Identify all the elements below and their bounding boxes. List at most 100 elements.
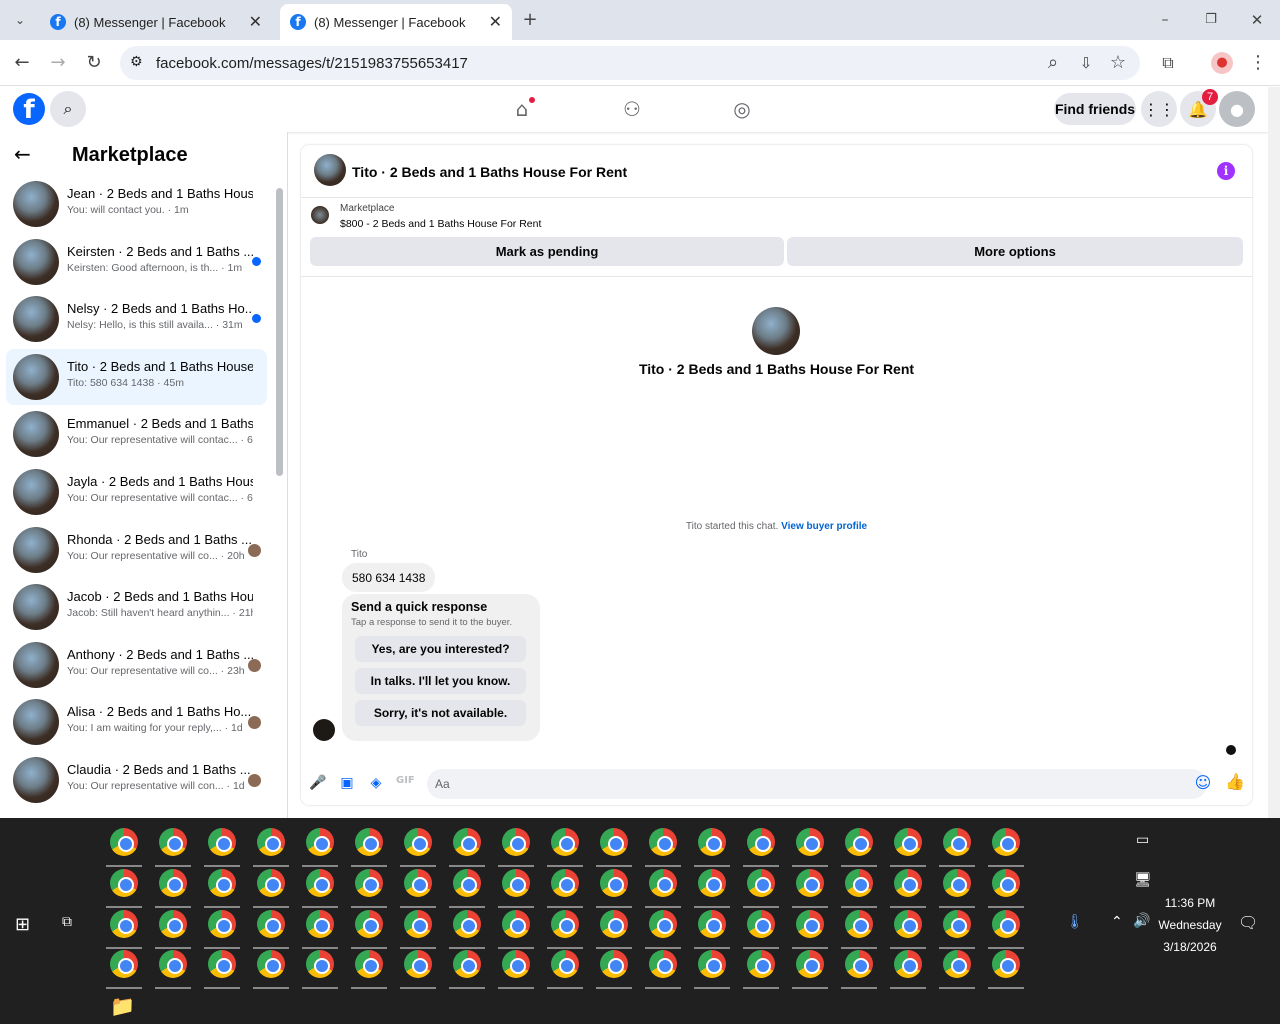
chrome-taskbar-icon[interactable] (600, 910, 628, 938)
emoji-icon[interactable]: ☺ (1194, 773, 1212, 792)
message-bubble[interactable]: 580 634 1438 (342, 563, 436, 592)
volume-icon[interactable]: 🔊 (1133, 913, 1150, 929)
more-options-button[interactable]: More options (787, 237, 1243, 266)
chrome-taskbar-icon[interactable] (747, 869, 775, 897)
conversation-item[interactable]: Nelsy · 2 Beds and 1 Baths Ho... Nelsy: H… (6, 291, 267, 347)
sticker-icon[interactable]: ◈ (367, 775, 385, 793)
chrome-taskbar-icon[interactable] (698, 869, 726, 897)
file-explorer-icon[interactable]: 📁 (110, 994, 135, 1018)
chrome-taskbar-icon[interactable] (306, 869, 334, 897)
chrome-taskbar-icon[interactable] (845, 950, 873, 978)
chrome-taskbar-icon[interactable] (257, 910, 285, 938)
close-window-icon[interactable]: ✕ (1246, 9, 1268, 31)
chrome-taskbar-icon[interactable] (159, 950, 187, 978)
chrome-taskbar-icon[interactable] (208, 828, 236, 856)
like-thumb-icon[interactable]: 👍 (1225, 772, 1245, 791)
listing-title[interactable]: $800 - 2 Beds and 1 Baths House For Rent (340, 218, 541, 230)
chrome-taskbar-icon[interactable] (306, 910, 334, 938)
conversation-item[interactable]: Anthony · 2 Beds and 1 Baths ... You: Our… (6, 637, 267, 693)
chrome-taskbar-icon[interactable] (600, 828, 628, 856)
chrome-taskbar-icon[interactable] (257, 828, 285, 856)
chrome-taskbar-icon[interactable] (992, 950, 1020, 978)
close-tab-icon[interactable]: ✕ (249, 12, 262, 32)
browser-tab-1[interactable]: f (8) Messenger | Facebook ✕ (40, 4, 272, 40)
listing-thumbnail[interactable] (311, 206, 329, 224)
chrome-taskbar-icon[interactable] (306, 950, 334, 978)
chrome-taskbar-icon[interactable] (845, 828, 873, 856)
chrome-taskbar-icon[interactable] (943, 950, 971, 978)
back-arrow-icon[interactable]: ← (14, 142, 31, 166)
gif-icon[interactable]: GIF (396, 775, 415, 793)
chrome-taskbar-icon[interactable] (404, 910, 432, 938)
chrome-taskbar-icon[interactable] (796, 828, 824, 856)
chrome-taskbar-icon[interactable] (159, 828, 187, 856)
facebook-logo-icon[interactable]: f (13, 93, 45, 125)
chrome-taskbar-icon[interactable] (551, 950, 579, 978)
chat-avatar[interactable] (314, 154, 346, 186)
view-buyer-profile-link[interactable]: View buyer profile (781, 521, 867, 532)
show-hidden-icons-icon[interactable]: ⌃ (1111, 914, 1123, 930)
temperature-icon[interactable]: 🌡 (1066, 914, 1084, 930)
chrome-taskbar-icon[interactable] (404, 869, 432, 897)
address-bar[interactable]: ⚙ facebook.com/messages/t/21519837556534… (120, 46, 1140, 80)
zoom-icon[interactable]: ⌕ (1042, 52, 1064, 74)
menu-grid-icon[interactable]: ⋮⋮ (1141, 91, 1177, 127)
chrome-taskbar-icon[interactable] (649, 950, 677, 978)
site-info-icon[interactable]: ⚙ (130, 54, 143, 70)
forward-icon[interactable]: → (47, 52, 69, 74)
chrome-taskbar-icon[interactable] (159, 869, 187, 897)
chrome-taskbar-icon[interactable] (502, 828, 530, 856)
chrome-taskbar-icon[interactable] (796, 869, 824, 897)
quick-response-option[interactable]: Sorry, it's not available. (355, 700, 526, 726)
message-input[interactable]: Aa (427, 769, 1207, 799)
page-scrollbar[interactable] (1268, 87, 1280, 818)
chrome-taskbar-icon[interactable] (551, 910, 579, 938)
chrome-taskbar-icon[interactable] (943, 828, 971, 856)
chrome-taskbar-icon[interactable] (306, 828, 334, 856)
conversation-item[interactable]: Rhonda · 2 Beds and 1 Baths ... You: Our … (6, 522, 267, 578)
chrome-taskbar-icon[interactable] (502, 950, 530, 978)
chrome-taskbar-icon[interactable] (110, 828, 138, 856)
microphone-icon[interactable]: 🎤 (309, 775, 327, 793)
notification-center-icon[interactable]: 🗨 (1238, 913, 1258, 932)
chrome-taskbar-icon[interactable] (698, 950, 726, 978)
chrome-menu-icon[interactable]: ⋮ (1247, 52, 1269, 74)
minimize-icon[interactable]: – (1154, 9, 1176, 31)
chrome-taskbar-icon[interactable] (110, 950, 138, 978)
chrome-taskbar-icon[interactable] (355, 869, 383, 897)
chrome-taskbar-icon[interactable] (502, 869, 530, 897)
conversation-item[interactable]: Alisa · 2 Beds and 1 Baths Ho... You: I a… (6, 694, 267, 750)
find-friends-button[interactable]: Find friends (1054, 93, 1136, 125)
mark-as-pending-button[interactable]: Mark as pending (310, 237, 784, 266)
chrome-taskbar-icon[interactable] (698, 910, 726, 938)
chrome-taskbar-icon[interactable] (208, 869, 236, 897)
task-view-icon[interactable]: ⧉ (62, 914, 72, 930)
chrome-taskbar-icon[interactable] (894, 950, 922, 978)
conversation-item[interactable]: Keirsten · 2 Beds and 1 Baths ... Keirste… (6, 234, 267, 290)
sender-avatar[interactable] (313, 719, 335, 741)
conversation-item[interactable]: Tito · 2 Beds and 1 Baths House ... Tito:… (6, 348, 267, 405)
chrome-taskbar-icon[interactable] (453, 910, 481, 938)
chrome-taskbar-icon[interactable] (943, 910, 971, 938)
browser-tab-2[interactable]: f (8) Messenger | Facebook ✕ (280, 4, 512, 40)
chrome-taskbar-icon[interactable] (649, 828, 677, 856)
search-icon[interactable]: ⌕ (50, 91, 86, 127)
chrome-taskbar-icon[interactable] (649, 910, 677, 938)
system-clock[interactable]: 11:36 PM Wednesday 3/18/2026 (1150, 892, 1230, 958)
chrome-taskbar-icon[interactable] (355, 828, 383, 856)
chrome-taskbar-icon[interactable] (649, 869, 677, 897)
chrome-taskbar-icon[interactable] (453, 869, 481, 897)
photo-icon[interactable]: ▣ (338, 775, 356, 793)
chrome-taskbar-icon[interactable] (992, 828, 1020, 856)
chrome-taskbar-icon[interactable] (257, 950, 285, 978)
profile-avatar[interactable] (752, 307, 800, 355)
chrome-taskbar-icon[interactable] (992, 869, 1020, 897)
chrome-taskbar-icon[interactable] (796, 910, 824, 938)
chrome-taskbar-icon[interactable] (747, 950, 775, 978)
chrome-taskbar-icon[interactable] (551, 869, 579, 897)
chrome-taskbar-icon[interactable] (404, 950, 432, 978)
windows-start-icon[interactable]: ⊞ (15, 914, 30, 935)
conversation-item[interactable]: Jayla · 2 Beds and 1 Baths Hous... You: O… (6, 464, 267, 520)
chrome-taskbar-icon[interactable] (796, 950, 824, 978)
chrome-taskbar-icon[interactable] (502, 910, 530, 938)
